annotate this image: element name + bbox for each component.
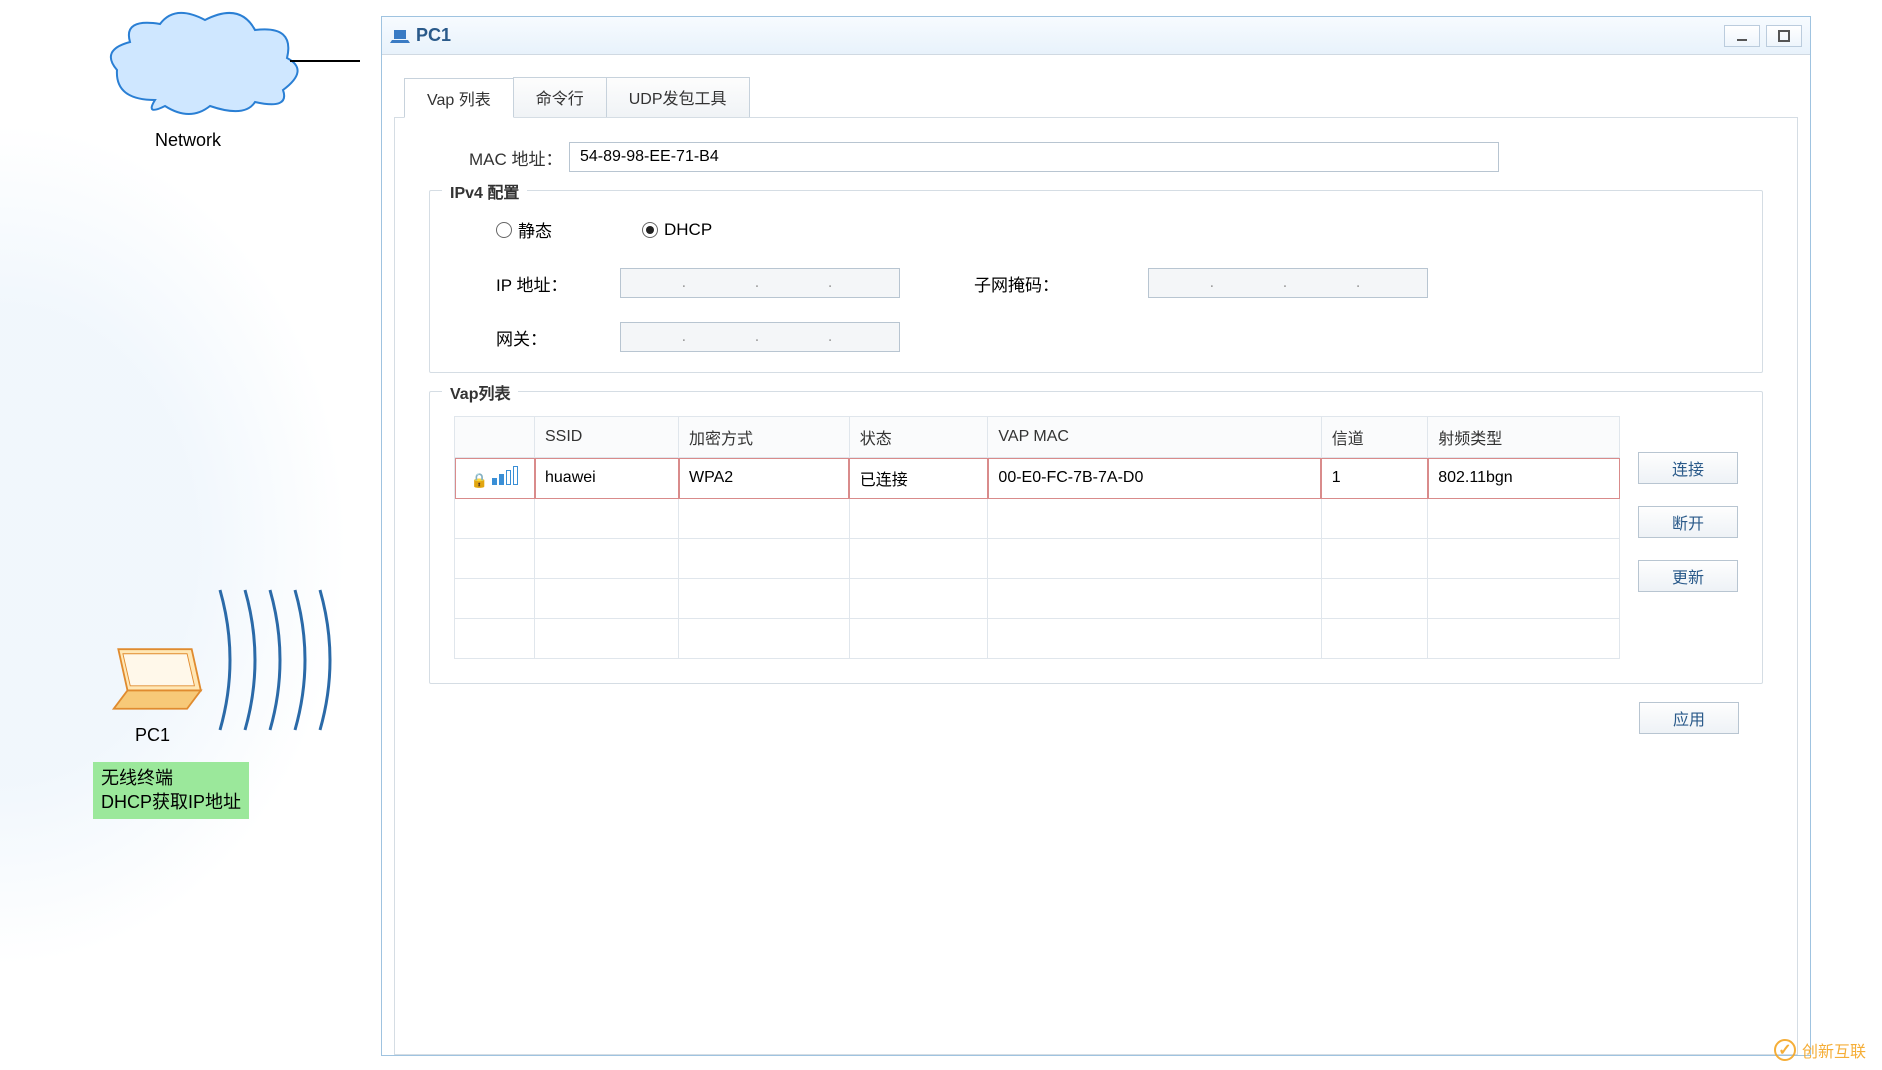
radio-dhcp-label: DHCP: [664, 220, 712, 240]
vap-legend: Vap列表: [442, 380, 518, 404]
pc-label: PC1: [135, 725, 170, 746]
vap-table[interactable]: SSID 加密方式 状态 VAP MAC 信道 射频类型 🔒 huaweiWPA2…: [454, 416, 1620, 659]
minimize-button[interactable]: [1724, 25, 1760, 47]
table-row-empty[interactable]: [455, 619, 1620, 659]
vap-header-row: SSID 加密方式 状态 VAP MAC 信道 射频类型: [455, 417, 1620, 458]
vap-header-channel: 信道: [1321, 417, 1427, 458]
watermark-text: 创新互联: [1802, 1038, 1866, 1062]
note-line1: 无线终端: [101, 766, 241, 790]
ip-label: IP 地址：: [456, 271, 596, 296]
ipv4-fieldset: IPv4 配置 静态 DHCP IP 地址： 子网掩码： 网关：: [429, 190, 1763, 373]
tab-vap-list[interactable]: Vap 列表: [404, 78, 514, 118]
cell-channel: 1: [1321, 458, 1427, 499]
vap-header-radio: 射频类型: [1428, 417, 1620, 458]
network-label: Network: [155, 130, 221, 151]
window-title: PC1: [416, 25, 1724, 46]
vap-header-icon: [455, 417, 535, 458]
ip-input[interactable]: [620, 268, 900, 298]
cell-vapmac: 00-E0-FC-7B-7A-D0: [988, 458, 1321, 499]
mac-input[interactable]: [569, 142, 1499, 172]
title-bar[interactable]: PC1: [382, 17, 1810, 55]
vap-header-vapmac: VAP MAC: [988, 417, 1321, 458]
disconnect-button[interactable]: 断开: [1638, 506, 1738, 538]
ipv4-legend: IPv4 配置: [442, 179, 527, 203]
vap-header-ssid: SSID: [535, 417, 679, 458]
vap-header-status: 状态: [849, 417, 988, 458]
cell-enc: WPA2: [679, 458, 850, 499]
vap-fieldset: Vap列表 SSID 加密方式 状态 VAP MAC 信道 射频类型: [429, 391, 1763, 684]
cell-radio: 802.11bgn: [1428, 458, 1620, 499]
mask-input[interactable]: [1148, 268, 1428, 298]
radio-static-label: 静态: [518, 217, 552, 242]
cell-ssid: huawei: [535, 458, 679, 499]
tab-cli[interactable]: 命令行: [513, 77, 607, 117]
signal-icon: [492, 466, 518, 485]
row-icons: 🔒: [455, 458, 535, 499]
cloud-icon: [100, 10, 310, 120]
tabs: Vap 列表 命令行 UDP发包工具: [394, 67, 1798, 118]
laptop-icon: [100, 640, 210, 720]
table-row-empty[interactable]: [455, 499, 1620, 539]
radio-dot-static: [496, 222, 512, 238]
table-row[interactable]: 🔒 huaweiWPA2已连接00-E0-FC-7B-7A-D01802.11bg…: [455, 458, 1620, 499]
radio-dot-dhcp: [642, 222, 658, 238]
tab-content: MAC 地址： IPv4 配置 静态 DHCP IP 地址： 子网掩码：: [394, 118, 1798, 1055]
table-row-empty[interactable]: [455, 579, 1620, 619]
wifi-waves-icon: [210, 570, 360, 750]
lock-icon: 🔒: [471, 472, 488, 488]
note-line2: DHCP获取IP地址: [101, 790, 241, 814]
refresh-button[interactable]: 更新: [1638, 560, 1738, 592]
maximize-button[interactable]: [1766, 25, 1802, 47]
pc1-window: PC1 Vap 列表 命令行 UDP发包工具 MAC 地址： IPv4 配置 静…: [381, 16, 1811, 1056]
annotation-note: 无线终端 DHCP获取IP地址: [93, 762, 249, 819]
table-row-empty[interactable]: [455, 539, 1620, 579]
mac-label: MAC 地址：: [429, 145, 569, 170]
tab-udp-tool[interactable]: UDP发包工具: [606, 77, 750, 117]
apply-button[interactable]: 应用: [1639, 702, 1739, 734]
gw-input[interactable]: [620, 322, 900, 352]
connect-button[interactable]: 连接: [1638, 452, 1738, 484]
topology-link: [290, 60, 360, 62]
cell-status: 已连接: [849, 458, 988, 499]
watermark: ✓ 创新互联: [1774, 1038, 1866, 1062]
gw-label: 网关：: [456, 325, 596, 350]
watermark-icon: ✓: [1774, 1039, 1796, 1061]
vap-header-enc: 加密方式: [679, 417, 850, 458]
radio-dhcp[interactable]: DHCP: [642, 217, 712, 242]
app-icon: [390, 26, 410, 46]
mask-label: 子网掩码：: [944, 271, 1124, 296]
radio-static[interactable]: 静态: [496, 217, 552, 242]
